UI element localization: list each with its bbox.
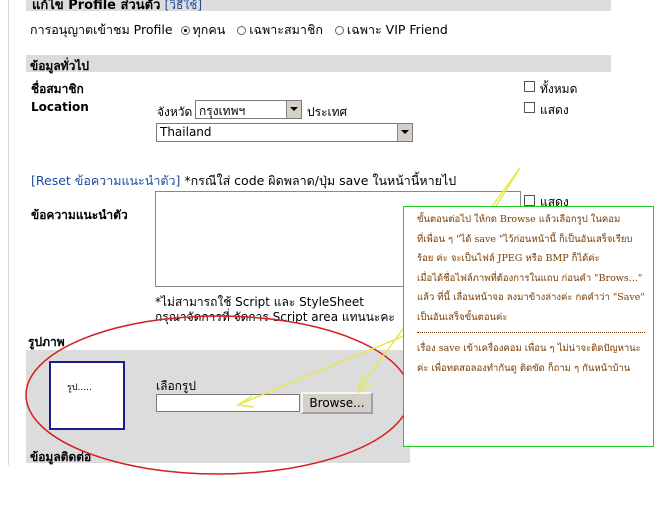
highlight-ellipse <box>25 315 411 475</box>
annotation-line: ร้อย ค่ะ จะเป็นไฟล์ JPEG หรือ BMP ก็ได้ค… <box>417 253 600 264</box>
annotation-box: ขั้นตอนต่อไป ให้กด Browse แล้วเลือกรูป ใ… <box>403 206 654 447</box>
annotation-divider <box>417 332 645 333</box>
annotation-line: ที่เพื่อน ๆ "ได้ save "ไว้ก่อนหน้านี้ ก็… <box>417 233 633 245</box>
annotation-line: เมื่อได้ชื่อไฟล์ภาพที่ต้องการในแถบ ก่อนค… <box>417 272 643 284</box>
annotation-footer: เรื่อง save เข้าเครื่องคอม เพื่อน ๆ ไม่น… <box>417 343 641 374</box>
annotation-line: แล้ว ที่นี้ เลื่อนหน้าจอ ลงมาข้างล่างค่ะ… <box>417 292 645 303</box>
annotation-line: เป็นอันเสร็จขั้นตอนค่ะ <box>417 311 508 323</box>
arrow-head-browse <box>356 375 373 394</box>
annotation-line: ขั้นตอนต่อไป ให้กด Browse แล้วเลือกรูป ใ… <box>417 214 621 225</box>
